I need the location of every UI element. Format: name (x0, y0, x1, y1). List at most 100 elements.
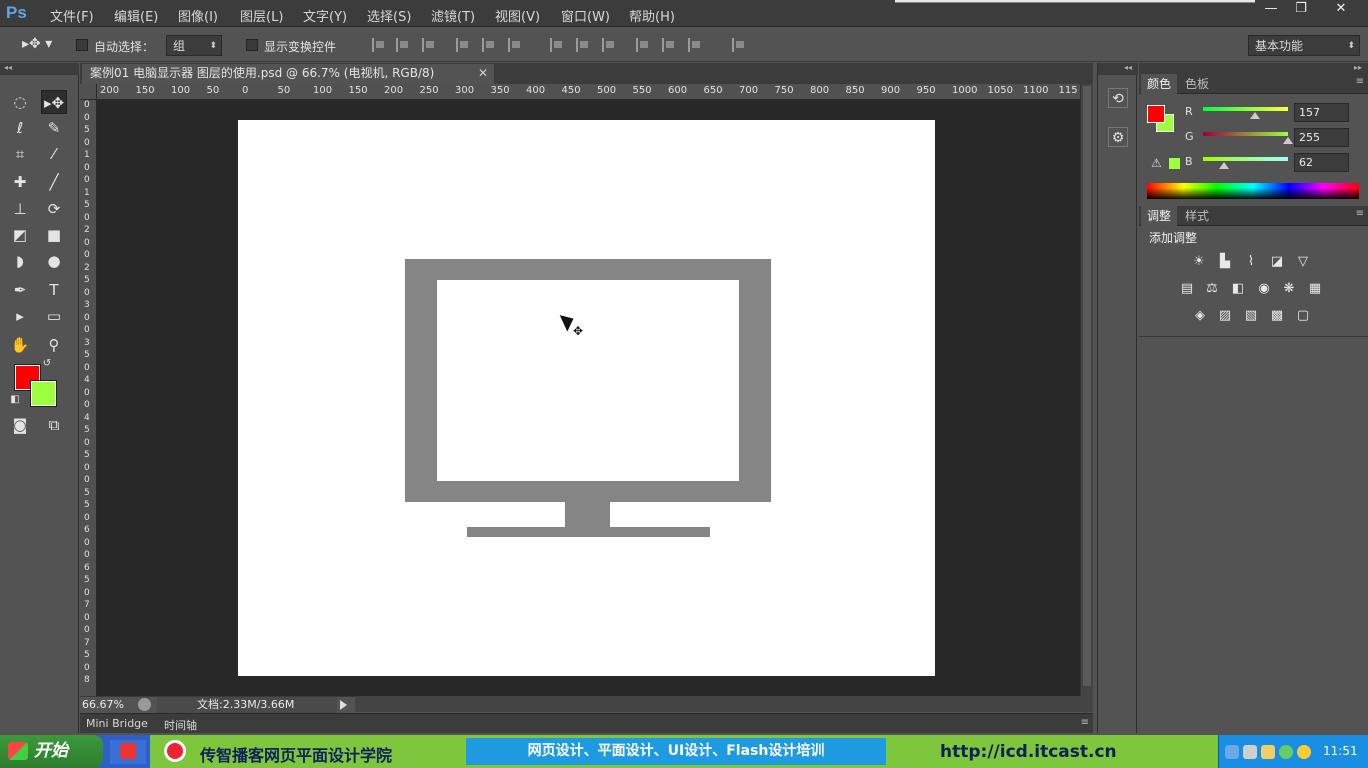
vertical-scroll-thumb[interactable] (1083, 86, 1091, 686)
messenger-icon[interactable] (1261, 745, 1275, 759)
status-menu-arrow-icon[interactable] (340, 700, 347, 710)
black-white-icon[interactable]: ◧ (1229, 281, 1247, 297)
photo-filter-icon[interactable]: ◉ (1255, 281, 1273, 297)
menu-file[interactable]: 文件(F) (50, 6, 94, 25)
crop-tool-icon[interactable]: ⌗ (7, 142, 33, 166)
close-window-button[interactable]: ✕ (1326, 0, 1356, 20)
healing-brush-tool-icon[interactable]: ✚ (7, 170, 33, 194)
color-spectrum[interactable] (1147, 183, 1359, 199)
channel-r-slider[interactable] (1203, 107, 1288, 111)
distribute-vcenter-icon[interactable] (576, 38, 590, 52)
menu-select[interactable]: 选择(S) (367, 6, 411, 25)
screen-mode-icon[interactable]: ⧉ (41, 413, 67, 437)
menu-type[interactable]: 文字(Y) (303, 6, 347, 25)
auto-select-checkbox[interactable] (76, 39, 88, 51)
channel-g-value[interactable]: 255 (1294, 128, 1349, 147)
align-vcenter-icon[interactable] (396, 38, 410, 52)
channel-b-thumb[interactable] (1218, 162, 1229, 169)
document-tab[interactable]: 案例01 电脑显示器 图层的使用.psd @ 66.7% (电视机, RGB/8… (82, 64, 494, 84)
invert-icon[interactable]: ◈ (1191, 308, 1209, 324)
path-select-tool-icon[interactable]: ▸ (7, 304, 33, 328)
channel-b-value[interactable]: 62 (1294, 153, 1349, 172)
menu-filter[interactable]: 滤镜(T) (431, 6, 475, 25)
channel-g-slider[interactable] (1203, 132, 1288, 136)
gradient-map-icon[interactable]: ▩ (1268, 308, 1286, 324)
collapse-icon[interactable]: ◂◂ (1098, 63, 1138, 75)
volume-icon[interactable] (1243, 745, 1257, 759)
menu-image[interactable]: 图像(I) (178, 6, 218, 25)
vertical-ruler[interactable]: 0 0 5 0 1 0 0 1 5 0 2 0 0 2 5 0 3 0 0 3 5 0 4 0 0 4 5 0 5 0 0 5 5 0 6 0 0 6 5 0… (80, 100, 97, 696)
history-brush-tool-icon[interactable]: ⟳ (41, 197, 67, 221)
show-transform-checkbox[interactable] (246, 39, 258, 51)
tab-adjustments[interactable]: 调整 (1141, 206, 1178, 226)
gamut-swatch[interactable] (1169, 158, 1180, 169)
channel-r-value[interactable]: 157 (1294, 103, 1349, 122)
channel-b-slider[interactable] (1203, 157, 1288, 161)
security-icon[interactable] (1279, 745, 1293, 759)
distribute-bottom-icon[interactable] (602, 38, 616, 52)
hand-tool-icon[interactable]: ✋ (7, 333, 33, 357)
align-top-icon[interactable] (372, 38, 386, 52)
channel-r-thumb[interactable] (1250, 112, 1261, 119)
document-canvas[interactable]: ✥ (238, 120, 935, 676)
gradient-tool-icon[interactable]: ■ (41, 223, 67, 247)
collapse-icon[interactable]: ◂◂ (0, 63, 79, 75)
distribute-right-icon[interactable] (688, 38, 702, 52)
horizontal-ruler[interactable]: 200 150 100 50 0 50 100 150 200 250 300 350 400 450 50… (97, 84, 1080, 100)
foreground-color-swatch[interactable] (1147, 105, 1165, 123)
auto-align-icon[interactable] (732, 38, 746, 52)
swap-colors-icon[interactable]: ↺ (40, 357, 54, 371)
close-icon[interactable]: ✕ (478, 64, 488, 83)
ruler-origin[interactable] (80, 84, 97, 100)
quick-mask-icon[interactable]: ◙ (7, 413, 33, 437)
tab-timeline[interactable]: 时间轴 (164, 717, 197, 733)
app-icon[interactable] (120, 743, 136, 759)
properties-panel-icon[interactable]: ⚙ (1108, 127, 1128, 147)
stamp-tool-icon[interactable]: ⊥ (7, 197, 33, 221)
blur-tool-icon[interactable]: ◗ (7, 249, 33, 273)
panel-menu-icon[interactable]: ≡ (1356, 76, 1364, 87)
network-icon[interactable] (1225, 745, 1239, 759)
tab-styles[interactable]: 样式 (1179, 206, 1215, 226)
align-left-icon[interactable] (456, 38, 470, 52)
shield-icon[interactable] (1297, 745, 1311, 759)
curves-icon[interactable]: ⌇ (1242, 254, 1260, 270)
banner-url[interactable]: http://icd.itcast.cn (940, 742, 1117, 762)
minimize-button[interactable]: — (1256, 0, 1286, 20)
align-bottom-icon[interactable] (422, 38, 436, 52)
zoom-level[interactable]: 66.67% (82, 698, 124, 711)
workspace-dropdown[interactable]: 基本功能 ⬍ (1248, 35, 1360, 56)
menu-help[interactable]: 帮助(H) (629, 6, 675, 25)
default-colors-icon[interactable]: ◧ (8, 393, 22, 407)
selective-color-icon[interactable]: ▢ (1294, 308, 1312, 324)
hue-saturation-icon[interactable]: ▤ (1178, 281, 1196, 297)
threshold-icon[interactable]: ▧ (1242, 308, 1260, 324)
brush-tool-icon[interactable]: ╱ (41, 170, 67, 194)
panel-menu-icon[interactable]: ≡ (1356, 208, 1364, 219)
menu-edit[interactable]: 编辑(E) (114, 6, 158, 25)
brightness-icon[interactable]: ☀ (1190, 254, 1208, 270)
vibrance-icon[interactable]: ▽ (1294, 254, 1312, 270)
auto-select-dropdown[interactable]: 组 ⬍ (166, 35, 222, 56)
menu-window[interactable]: 窗口(W) (561, 6, 610, 25)
align-right-icon[interactable] (508, 38, 522, 52)
levels-icon[interactable]: ▙ (1216, 254, 1234, 270)
marquee-tool-icon[interactable]: ◌ (7, 90, 33, 114)
move-tool-icon[interactable]: ▸✥ (41, 90, 67, 114)
exposure-icon[interactable]: ◪ (1268, 254, 1286, 270)
menu-layer[interactable]: 图层(L) (240, 6, 283, 25)
zoom-tool-icon[interactable]: ⚲ (41, 333, 67, 357)
quick-select-tool-icon[interactable]: ✎ (41, 116, 67, 140)
type-tool-icon[interactable]: T (41, 278, 67, 302)
distribute-top-icon[interactable] (550, 38, 564, 52)
tab-mini-bridge[interactable]: Mini Bridge (86, 717, 148, 730)
rectangle-tool-icon[interactable]: ▭ (41, 304, 67, 328)
share-icon[interactable] (138, 698, 151, 711)
eraser-tool-icon[interactable]: ◩ (7, 223, 33, 247)
panel-menu-icon[interactable]: ≡ (1081, 717, 1089, 728)
restore-button[interactable]: ❐ (1286, 0, 1316, 20)
distribute-left-icon[interactable] (636, 38, 650, 52)
dodge-tool-icon[interactable]: ● (41, 249, 67, 273)
lasso-tool-icon[interactable]: ℓ (7, 116, 33, 140)
align-hcenter-icon[interactable] (482, 38, 496, 52)
